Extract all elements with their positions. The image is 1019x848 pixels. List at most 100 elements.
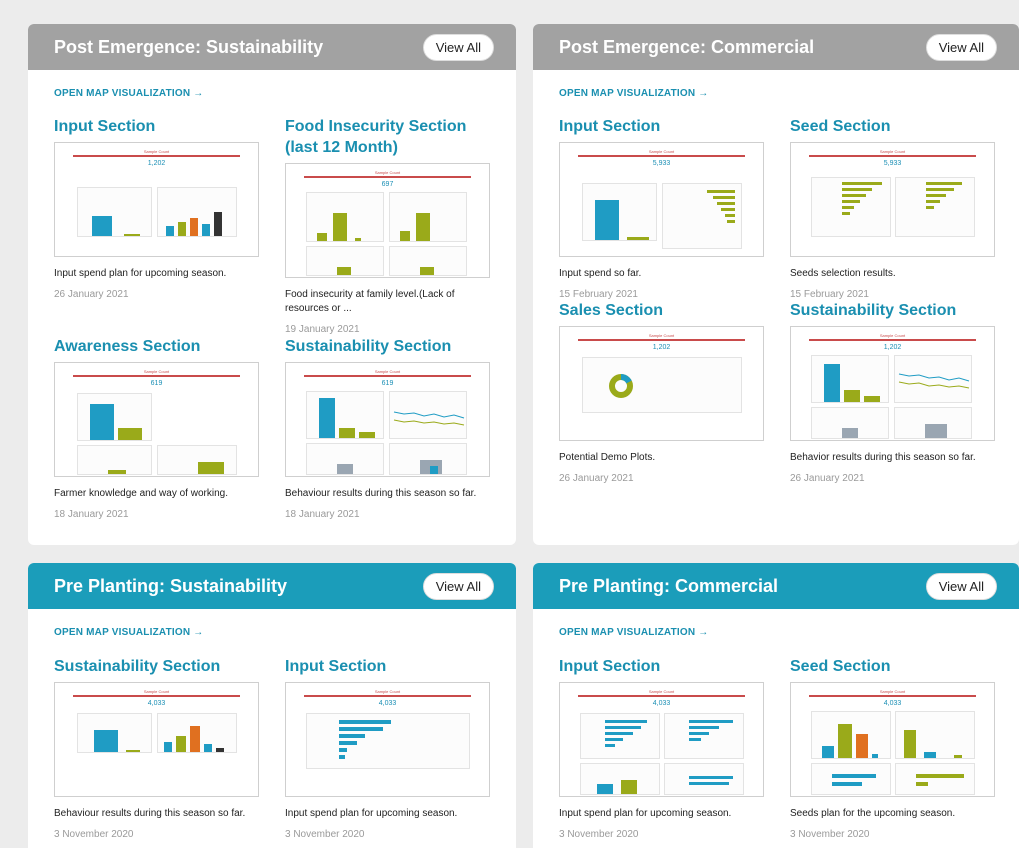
view-all-button[interactable]: View All bbox=[422, 33, 494, 61]
dashboard-thumbnail[interactable]: Sample Count 697 bbox=[285, 163, 490, 278]
section-date: 26 January 2021 bbox=[790, 473, 865, 484]
section-description: Behavior results during this season so f… bbox=[790, 452, 976, 463]
sample-count-label: Sample Count bbox=[648, 689, 675, 694]
card-title: Pre Planting: Sustainability bbox=[54, 575, 288, 596]
section-description: Behaviour results during this season so … bbox=[54, 808, 246, 819]
section-date: 18 January 2021 bbox=[54, 509, 129, 520]
section-item: Input Section Sample Count 4,033 Input s… bbox=[559, 656, 765, 840]
sample-count-label: Sample Count bbox=[143, 149, 170, 154]
section-title[interactable]: Seed Section bbox=[790, 656, 996, 677]
view-all-button[interactable]: View All bbox=[925, 33, 997, 61]
card-title: Post Emergence: Sustainability bbox=[54, 36, 324, 57]
dashboard-thumbnail[interactable]: Sample Count 4,033 bbox=[559, 682, 764, 797]
card-title: Pre Planting: Commercial bbox=[559, 575, 779, 596]
section-item: Sustainability Section Sample Count 1,20… bbox=[790, 300, 996, 484]
card-header: Post Emergence: Commercial View All bbox=[533, 24, 1019, 70]
sample-count-value: 1,202 bbox=[652, 344, 671, 351]
section-title[interactable]: Input Section bbox=[559, 656, 765, 677]
view-all-button[interactable]: View All bbox=[422, 572, 494, 600]
sample-count-value: 697 bbox=[381, 181, 394, 188]
card-post-emergence-commercial: Post Emergence: Commercial View All OPEN… bbox=[533, 24, 1019, 545]
section-description: Seeds plan for the upcoming season. bbox=[790, 808, 956, 819]
section-date: 15 February 2021 bbox=[790, 289, 869, 300]
section-description: Input spend plan for upcoming season. bbox=[54, 268, 227, 279]
section-date: 3 November 2020 bbox=[54, 829, 134, 840]
sample-count-label: Sample Count bbox=[143, 689, 170, 694]
sample-count-label: Sample Count bbox=[879, 149, 906, 154]
section-title[interactable]: Awareness Section bbox=[54, 336, 260, 357]
open-map-visualization-link[interactable]: OPEN MAP VISUALIZATION → bbox=[559, 627, 708, 638]
sample-count-value: 619 bbox=[150, 380, 163, 387]
dashboard-thumbnail[interactable]: Sample Count 5,933 bbox=[790, 142, 995, 257]
section-item: Awareness Section Sample Count 619 Farme… bbox=[54, 336, 260, 520]
view-all-button[interactable]: View All bbox=[925, 572, 997, 600]
dashboard-thumbnail[interactable]: Sample Count 1,202 bbox=[54, 142, 259, 257]
sample-count-value: 5,933 bbox=[652, 160, 671, 167]
dashboard-thumbnail[interactable]: Sample Count 1,202 bbox=[790, 326, 995, 441]
section-title[interactable]: Input Section bbox=[285, 656, 491, 677]
card-pre-planting-commercial: Pre Planting: Commercial View All OPEN M… bbox=[533, 563, 1019, 848]
section-date: 19 January 2021 bbox=[285, 324, 360, 335]
section-description: Behaviour results during this season so … bbox=[285, 488, 477, 499]
section-description: Farmer knowledge and way of working. bbox=[54, 488, 228, 499]
section-item: Input Section Sample Count 5,933 Input s… bbox=[559, 116, 765, 300]
sample-count-label: Sample Count bbox=[879, 333, 906, 338]
open-map-visualization-link[interactable]: OPEN MAP VISUALIZATION → bbox=[54, 88, 203, 99]
section-description: Input spend plan for upcoming season. bbox=[559, 808, 732, 819]
sample-count-value: 1,202 bbox=[147, 160, 166, 167]
section-description: Potential Demo Plots. bbox=[559, 452, 656, 463]
section-date: 26 January 2021 bbox=[559, 473, 634, 484]
card-header: Post Emergence: Sustainability View All bbox=[28, 24, 516, 70]
section-date: 18 January 2021 bbox=[285, 509, 360, 520]
dashboard-thumbnail[interactable]: Sample Count 4,033 bbox=[285, 682, 490, 797]
section-title[interactable]: Input Section bbox=[559, 116, 765, 137]
section-title[interactable]: Sales Section bbox=[559, 300, 765, 321]
sample-count-value: 4,033 bbox=[652, 700, 671, 707]
sample-count-label: Sample Count bbox=[143, 369, 170, 374]
sample-count-label: Sample Count bbox=[374, 369, 401, 374]
section-item: Input Section Sample Count 1,202 Input s… bbox=[54, 116, 260, 300]
section-date: 15 February 2021 bbox=[559, 289, 638, 300]
section-description: Input spend plan for upcoming season. bbox=[285, 808, 458, 819]
sample-count-label: Sample Count bbox=[374, 170, 401, 175]
section-date: 3 November 2020 bbox=[790, 829, 870, 840]
sample-count-label: Sample Count bbox=[879, 689, 906, 694]
dashboard-thumbnail[interactable]: Sample Count 1,202 bbox=[559, 326, 764, 441]
section-description: Input spend so far. bbox=[559, 268, 642, 279]
sample-count-value: 4,033 bbox=[883, 700, 902, 707]
section-title[interactable]: Input Section bbox=[54, 116, 260, 137]
section-item: Sustainability Section Sample Count 4,03… bbox=[54, 656, 260, 840]
dashboard-thumbnail[interactable]: Sample Count 4,033 bbox=[790, 682, 995, 797]
dashboard-thumbnail[interactable]: Sample Count 619 bbox=[285, 362, 490, 477]
sample-count-label: Sample Count bbox=[648, 333, 675, 338]
dashboard-thumbnail[interactable]: Sample Count 4,033 bbox=[54, 682, 259, 797]
sample-count-label: Sample Count bbox=[648, 149, 675, 154]
section-title[interactable]: Seed Section bbox=[790, 116, 996, 137]
dashboard-thumbnail[interactable]: Sample Count 619 bbox=[54, 362, 259, 477]
open-map-visualization-link[interactable]: OPEN MAP VISUALIZATION → bbox=[559, 88, 708, 99]
section-title[interactable]: Sustainability Section bbox=[790, 300, 996, 321]
card-pre-planting-sustainability: Pre Planting: Sustainability View All OP… bbox=[28, 563, 516, 848]
sample-count-value: 1,202 bbox=[883, 344, 902, 351]
section-date: 26 January 2021 bbox=[54, 289, 129, 300]
section-description: Food insecurity at family level.(Lack of… bbox=[285, 289, 455, 314]
dashboard-thumbnail[interactable]: Sample Count 5,933 bbox=[559, 142, 764, 257]
sample-count-value: 619 bbox=[381, 380, 394, 387]
sample-count-value: 5,933 bbox=[883, 160, 902, 167]
open-map-visualization-link[interactable]: OPEN MAP VISUALIZATION → bbox=[54, 627, 203, 638]
section-item: Input Section Sample Count 4,033 Input s… bbox=[285, 656, 491, 840]
section-date: 3 November 2020 bbox=[285, 829, 365, 840]
sample-count-label: Sample Count bbox=[374, 689, 401, 694]
card-header: Pre Planting: Sustainability View All bbox=[28, 563, 516, 609]
section-item: Seed Section Sample Count 5,933 Seeds se… bbox=[790, 116, 996, 300]
card-post-emergence-sustainability: Post Emergence: Sustainability View All … bbox=[28, 24, 516, 545]
section-title[interactable]: Sustainability Section bbox=[54, 656, 260, 677]
section-item: Sales Section Sample Count 1,202 Potenti… bbox=[559, 300, 765, 484]
section-item: Food Insecurity Section (last 12 Month) … bbox=[285, 116, 491, 335]
section-date: 3 November 2020 bbox=[559, 829, 639, 840]
section-description: Seeds selection results. bbox=[790, 268, 896, 279]
card-title: Post Emergence: Commercial bbox=[559, 36, 815, 57]
section-item: Sustainability Section Sample Count 619 … bbox=[285, 336, 491, 520]
section-title[interactable]: Food Insecurity Section (last 12 Month) bbox=[285, 116, 491, 158]
section-title[interactable]: Sustainability Section bbox=[285, 336, 491, 357]
